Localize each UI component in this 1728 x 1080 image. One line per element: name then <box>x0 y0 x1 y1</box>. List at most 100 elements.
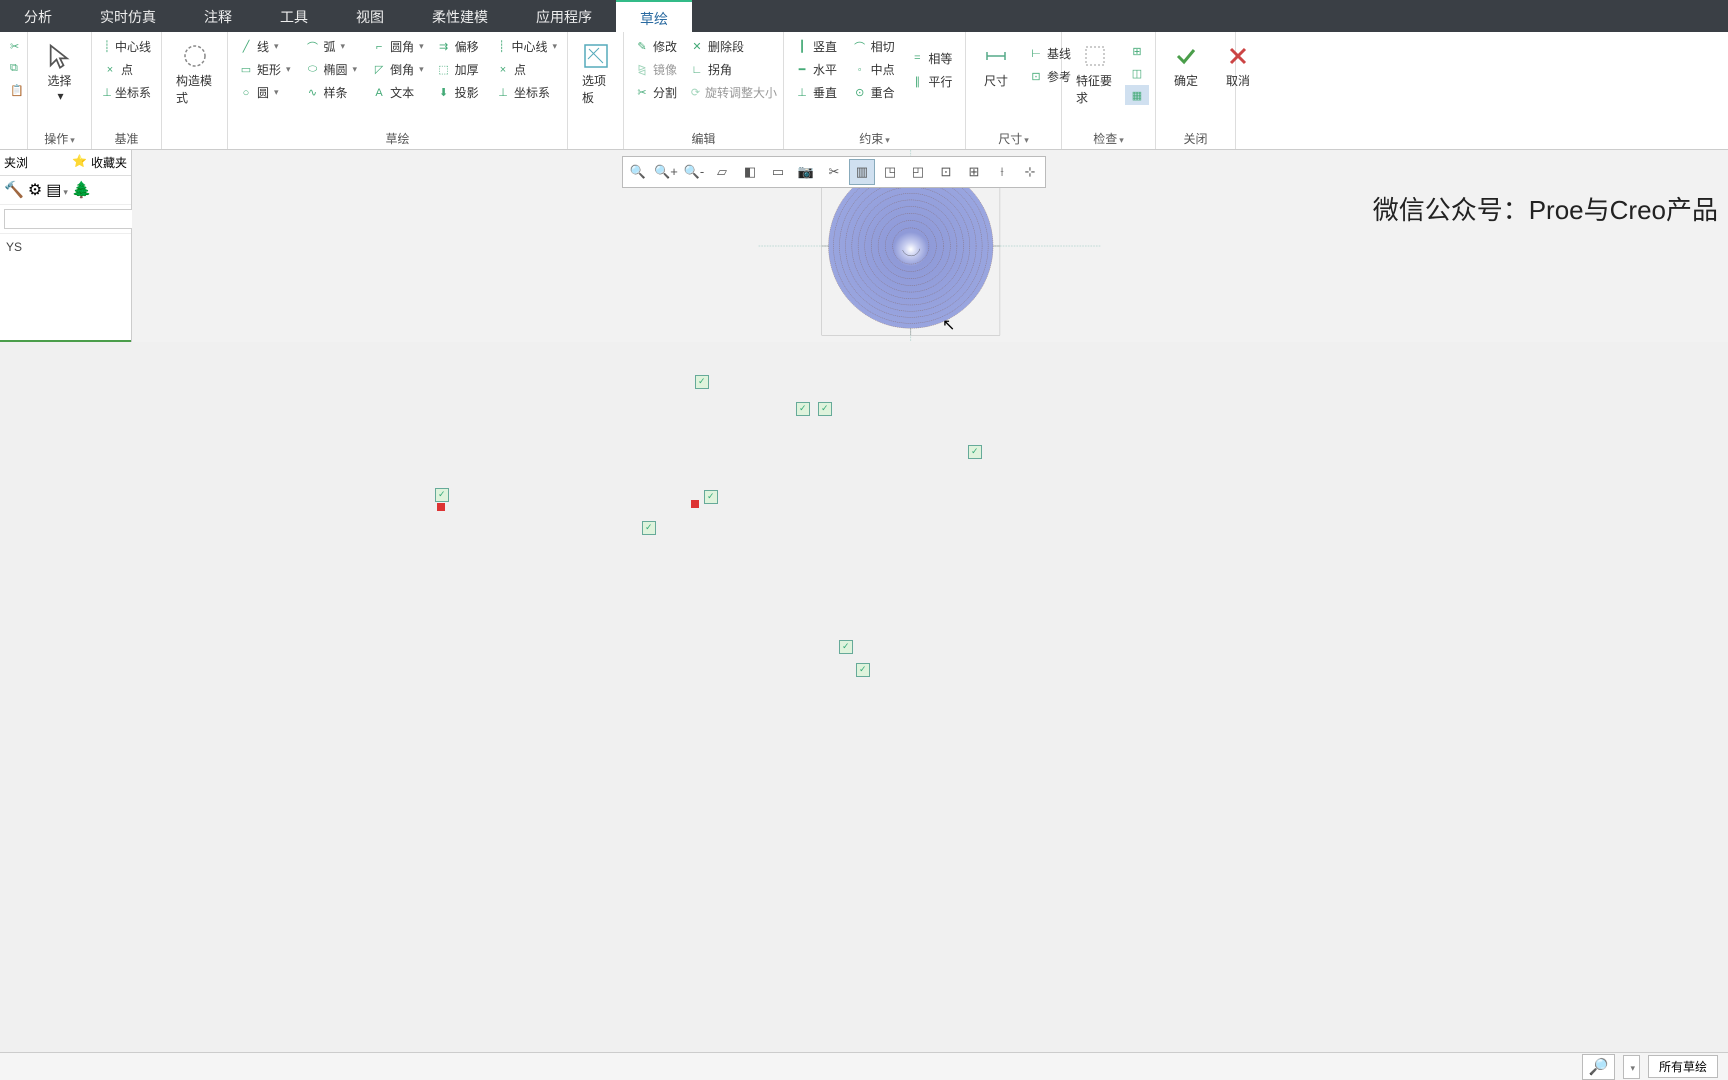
constraint-marker[interactable] <box>856 663 870 677</box>
coincident-button[interactable]: ⊙重合 <box>848 82 902 103</box>
fillet-button[interactable]: ⌐圆角▾ <box>367 36 428 57</box>
select-button[interactable]: 选择▾ <box>34 36 85 107</box>
options-button[interactable]: 选项板 <box>574 36 617 110</box>
zoom-fit-icon[interactable]: 🔍 <box>625 159 651 185</box>
section-icon[interactable]: ✂ <box>821 159 847 185</box>
mouse-cursor: ↖ <box>942 315 955 335</box>
constraint-marker[interactable] <box>796 402 810 416</box>
paste-icon[interactable]: 📋 <box>6 80 21 100</box>
cursor-icon <box>44 40 76 72</box>
canvas[interactable]: 微信公众号：Proe与Creo产品 <box>132 150 1728 342</box>
tangent-button[interactable]: ⌒相切 <box>848 36 902 57</box>
csys-disp-icon[interactable]: ⊞ <box>961 159 987 185</box>
constraint-marker[interactable] <box>968 445 982 459</box>
find-dd-icon[interactable]: ▾ <box>1623 1055 1640 1079</box>
ellipse-button[interactable]: ⬭椭圆▾ <box>301 59 364 80</box>
shade-icon[interactable]: ▦ <box>1125 85 1149 105</box>
tab-app[interactable]: 应用程序 <box>512 0 616 32</box>
tab-view[interactable]: 视图 <box>332 0 408 32</box>
csys-button[interactable]: ⊥坐标系 <box>98 82 155 103</box>
mirror-button[interactable]: ⧎镜像 <box>630 59 681 80</box>
x-icon <box>1222 40 1254 72</box>
equal-button[interactable]: =相等 <box>905 48 959 69</box>
constraint-group-label: 约束 <box>859 132 883 146</box>
shade-icon[interactable]: ◧ <box>737 159 763 185</box>
chamfer-button[interactable]: ◸倒角▾ <box>367 59 428 80</box>
settings-icon[interactable]: ⚙ <box>28 180 42 200</box>
highlight-icon[interactable]: ◫ <box>1125 63 1149 83</box>
constraint-marker[interactable] <box>818 402 832 416</box>
text-button[interactable]: A文本 <box>367 82 428 103</box>
tool-icon[interactable]: 🔨 <box>4 180 24 200</box>
construct-mode-button[interactable]: 构造模式 <box>168 36 221 110</box>
point2-button[interactable]: ×点 <box>491 59 561 80</box>
split-button[interactable]: ✂分割 <box>630 82 681 103</box>
find-icon[interactable]: 🔎 <box>1582 1054 1616 1080</box>
constraint-marker[interactable] <box>839 640 853 654</box>
browse-tab[interactable]: 夹浏 <box>4 154 28 171</box>
spline-button[interactable]: ∿样条 <box>301 82 364 103</box>
tab-flex[interactable]: 柔性建模 <box>408 0 512 32</box>
centerline2-button[interactable]: ┊中心线▾ <box>491 36 561 57</box>
constraint-marker[interactable] <box>642 521 656 535</box>
plane-icon[interactable]: ◳ <box>877 159 903 185</box>
repaint-icon[interactable]: ▱ <box>709 159 735 185</box>
corner-button[interactable]: ∟拐角 <box>685 59 781 80</box>
horizontal-button[interactable]: ━水平 <box>790 59 844 80</box>
tab-analysis[interactable]: 分析 <box>0 0 76 32</box>
constraint-marker[interactable] <box>704 490 718 504</box>
zoom-in-icon[interactable]: 🔍+ <box>653 159 679 185</box>
filter-input[interactable] <box>4 209 148 229</box>
point-disp-icon[interactable]: ⊡ <box>933 159 959 185</box>
rect-button[interactable]: ▭矩形▾ <box>234 59 297 80</box>
sketch-view-icon[interactable]: ▥ <box>849 159 875 185</box>
tab-realtime[interactable]: 实时仿真 <box>76 0 180 32</box>
zoom-out-icon[interactable]: 🔍- <box>681 159 707 185</box>
tree-icon[interactable]: 🌲 <box>72 180 92 200</box>
tab-sketch[interactable]: 草绘 <box>616 0 692 32</box>
thicken-button[interactable]: ⬚加厚 <box>432 59 487 80</box>
modify-button[interactable]: ✎修改 <box>630 36 681 57</box>
delete-button[interactable]: ✕删除段 <box>685 36 781 57</box>
dim-disp-icon[interactable]: ⟊ <box>989 159 1015 185</box>
arc-button[interactable]: ⌒弧▾ <box>301 36 364 57</box>
axis-icon[interactable]: ◰ <box>905 159 931 185</box>
anchor-point[interactable] <box>691 500 699 508</box>
watermark-text: 微信公众号：Proe与Creo产品 <box>1373 190 1718 227</box>
rotresize-button[interactable]: ⟳旋转调整大小 <box>685 82 781 103</box>
camera-icon[interactable]: 📷 <box>793 159 819 185</box>
circle-button[interactable]: ○圆▾ <box>234 82 297 103</box>
view-toolbar: 🔍 🔍+ 🔍- ▱ ◧ ▭ 📷 ✂ ▥ ◳ ◰ ⊡ ⊞ ⟊ ⊹ <box>622 156 1046 188</box>
feature-req-button[interactable]: 特征要求 <box>1068 36 1121 110</box>
tab-annotation[interactable]: 注释 <box>180 0 256 32</box>
parallel-button[interactable]: ∥平行 <box>905 71 959 92</box>
ops-label: 操作 <box>44 132 68 146</box>
copy-icon[interactable]: ⧉ <box>6 58 21 78</box>
anchor-point[interactable] <box>437 503 445 511</box>
list-icon[interactable]: ▤▾ <box>46 180 68 200</box>
ok-button[interactable]: 确定 <box>1162 36 1210 93</box>
cancel-button[interactable]: 取消 <box>1214 36 1262 93</box>
constr-disp-icon[interactable]: ⊹ <box>1017 159 1043 185</box>
overlap-icon[interactable]: ⊞ <box>1125 41 1149 61</box>
point-button[interactable]: ×点 <box>98 59 155 80</box>
centerline-button[interactable]: ┊中心线 <box>98 36 155 57</box>
left-panel: 夹浏 ⭐ 收藏夹 🔨 ⚙ ▤▾ 🌲 ×▾ + YS <box>0 150 132 342</box>
constraint-marker[interactable] <box>695 375 709 389</box>
tab-tool[interactable]: 工具 <box>256 0 332 32</box>
cut-icon[interactable]: ✂ <box>6 36 21 56</box>
line-button[interactable]: ╱线▾ <box>234 36 297 57</box>
offset-button[interactable]: ⇉偏移 <box>432 36 487 57</box>
csys2-button[interactable]: ⊥坐标系 <box>491 82 561 103</box>
perp-button[interactable]: ⊥垂直 <box>790 82 844 103</box>
tree-item[interactable]: YS <box>6 240 125 254</box>
selection-filter[interactable]: 所有草绘 <box>1648 1055 1718 1078</box>
midpoint-button[interactable]: ◦中点 <box>848 59 902 80</box>
fav-tab[interactable]: 收藏夹 <box>91 154 127 171</box>
saved-view-icon[interactable]: ▭ <box>765 159 791 185</box>
dimension-group-label: 尺寸 <box>998 132 1022 146</box>
dimension-button[interactable]: 尺寸 <box>972 36 1020 93</box>
constraint-marker[interactable] <box>435 488 449 502</box>
vertical-button[interactable]: ┃竖直 <box>790 36 844 57</box>
projection-button[interactable]: ⬇投影 <box>432 82 487 103</box>
